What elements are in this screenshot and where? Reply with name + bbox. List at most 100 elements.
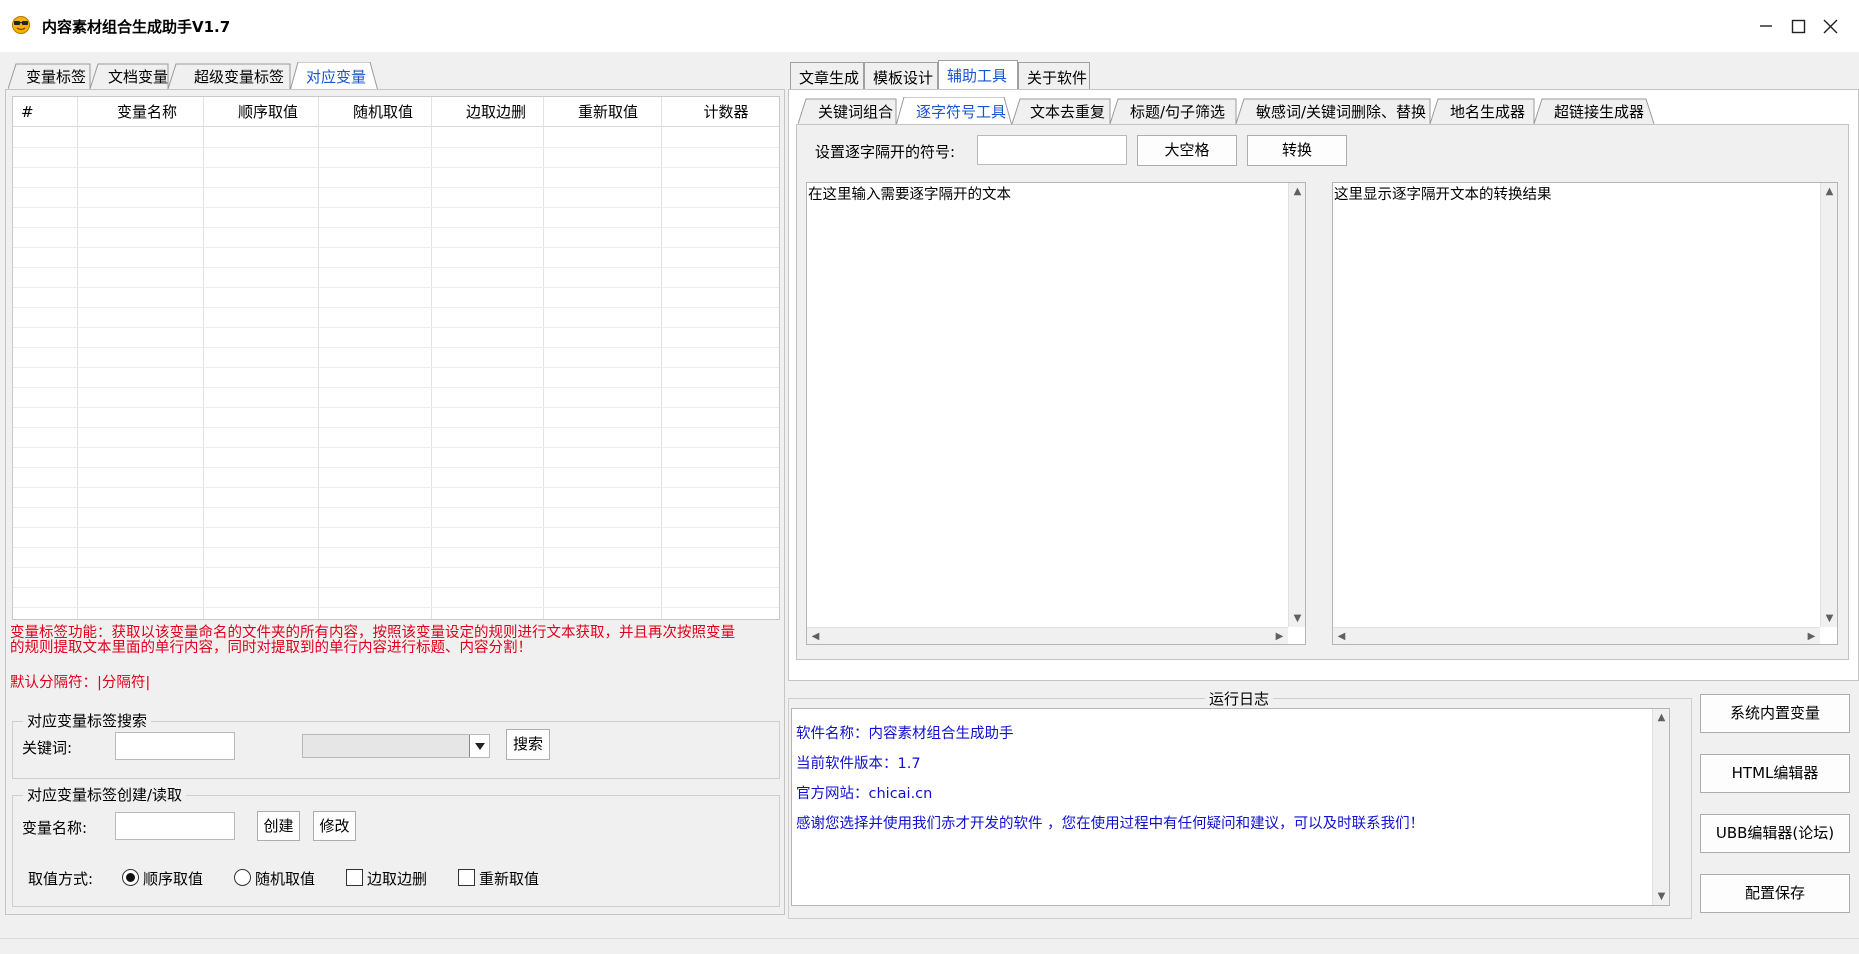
grid-row-line — [13, 587, 779, 588]
left-tab-strip: 变量标签 文档变量 超级变量标签 对应变量 — [8, 62, 388, 89]
checkbox-retake-label[interactable]: 重新取值 — [479, 868, 539, 889]
checkbox-retake[interactable] — [458, 869, 475, 886]
right-tab-strip: 文章生成 模板设计 辅助工具 关于软件 — [790, 60, 1090, 89]
grid-row-line — [13, 267, 779, 268]
col-index[interactable]: # — [13, 97, 77, 127]
col-random[interactable]: 随机取值 — [318, 97, 448, 127]
result-horizontal-scrollbar[interactable]: ◀ ▶ — [1333, 627, 1820, 644]
grid-row-line — [13, 307, 779, 308]
grid-row-line — [13, 427, 779, 428]
variable-name-input[interactable] — [115, 812, 235, 840]
modify-button[interactable]: 修改 — [313, 811, 356, 841]
mode-label: 取值方式: — [28, 870, 94, 888]
tab-mapped-variables[interactable]: 对应变量 — [298, 62, 374, 89]
grid-column-line — [203, 97, 204, 619]
source-vertical-scrollbar[interactable]: ▲ ▼ — [1288, 183, 1305, 627]
close-button[interactable] — [1810, 10, 1850, 42]
grid-row-line — [13, 247, 779, 248]
tab-tools[interactable]: 辅助工具 — [938, 60, 1018, 89]
scroll-right-icon[interactable]: ▶ — [1803, 628, 1820, 645]
html-editor-button[interactable]: HTML编辑器 — [1700, 754, 1850, 793]
variable-name-label: 变量名称: — [22, 819, 88, 837]
col-retake[interactable]: 重新取值 — [543, 97, 673, 127]
convert-button[interactable]: 转换 — [1247, 135, 1347, 166]
tab-article-generate[interactable]: 文章生成 — [790, 62, 864, 89]
grid-row-line — [13, 447, 779, 448]
grid-row-line — [13, 227, 779, 228]
symbol-input[interactable] — [977, 135, 1127, 165]
run-log-title: 运行日志 — [1205, 688, 1274, 709]
source-text-area[interactable]: 在这里输入需要逐字隔开的文本 ▲ ▼ ◀ ▶ — [806, 182, 1306, 645]
scroll-right-icon[interactable]: ▶ — [1271, 628, 1288, 645]
col-variable-name[interactable]: 变量名称 — [77, 97, 217, 127]
tab-template-design[interactable]: 模板设计 — [864, 62, 938, 89]
system-variables-button[interactable]: 系统内置变量 — [1700, 694, 1850, 733]
subtab-char-separator[interactable]: 逐字符号工具 — [908, 97, 1014, 124]
checkbox-take-delete-label[interactable]: 边取边删 — [367, 868, 427, 889]
log-vertical-scrollbar[interactable]: ▲ ▼ — [1652, 709, 1669, 905]
col-counter[interactable]: 计数器 — [661, 97, 779, 127]
subtab-title-filter[interactable]: 标题/句子筛选 — [1122, 97, 1233, 124]
log-line-1: 软件名称：内容素材组合生成助手 — [796, 726, 1014, 742]
tab-document-variables[interactable]: 文档变量 — [100, 62, 176, 89]
scroll-left-icon[interactable]: ◀ — [1333, 628, 1350, 645]
search-button[interactable]: 搜索 — [506, 729, 550, 760]
app-logo-icon — [12, 16, 30, 34]
tab-super-variable-tags[interactable]: 超级变量标签 — [186, 62, 292, 89]
close-icon — [1823, 19, 1838, 34]
radio-sequential-label[interactable]: 顺序取值 — [143, 868, 203, 889]
run-log-area[interactable]: 软件名称：内容素材组合生成助手 当前软件版本：1.7 官方网站：chicai.c… — [791, 708, 1670, 906]
result-text-area[interactable]: 这里显示逐字隔开文本的转换结果 ▲ ▼ ◀ ▶ — [1332, 182, 1838, 645]
log-line-4: 感谢您选择并使用我们赤才开发的软件 ，您在使用过程中有任何疑问和建议，可以及时联… — [796, 816, 1425, 832]
create-button[interactable]: 创建 — [257, 811, 300, 841]
radio-random[interactable] — [234, 869, 251, 886]
status-bar — [0, 938, 1859, 954]
subtab-hyperlink[interactable]: 超链接生成器 — [1546, 97, 1652, 124]
tab-about[interactable]: 关于软件 — [1018, 62, 1090, 89]
symbol-label: 设置逐字隔开的符号: — [815, 143, 956, 161]
scroll-up-icon[interactable]: ▲ — [1653, 709, 1670, 726]
chevron-down-icon — [475, 743, 485, 750]
subtab-dedupe[interactable]: 文本去重复 — [1022, 97, 1113, 124]
col-sequential[interactable]: 顺序取值 — [203, 97, 333, 127]
subtab-sensitive-words[interactable]: 敏感词/关键词删除、替换 — [1248, 97, 1434, 124]
save-config-button[interactable]: 配置保存 — [1700, 874, 1850, 913]
grid-row-line — [13, 547, 779, 548]
scroll-down-icon[interactable]: ▼ — [1289, 610, 1306, 627]
keyword-label: 关键词: — [22, 739, 73, 757]
create-group-legend: 对应变量标签创建/读取 — [23, 784, 187, 805]
grid-row-line — [13, 367, 779, 368]
variable-dropdown[interactable] — [302, 734, 490, 758]
checkbox-take-delete[interactable] — [346, 869, 363, 886]
variable-grid[interactable]: # 变量名称 顺序取值 随机取值 边取边删 重新取值 计数器 — [12, 96, 780, 620]
source-text: 在这里输入需要逐字隔开的文本 — [808, 187, 1011, 203]
keyword-input[interactable] — [115, 732, 235, 760]
subtab-keyword-combine[interactable]: 关键词组合 — [810, 97, 901, 124]
col-take-delete[interactable]: 边取边删 — [431, 97, 561, 127]
description-text: 变量标签功能：获取以该变量命名的文件夹的所有内容，按照该变量设定的规则进行文本获… — [10, 626, 735, 656]
grid-row-line — [13, 347, 779, 348]
result-text: 这里显示逐字隔开文本的转换结果 — [1334, 187, 1552, 203]
grid-row-line — [13, 607, 779, 608]
log-line-2: 当前软件版本：1.7 — [796, 756, 921, 772]
subtab-place-name[interactable]: 地名生成器 — [1442, 97, 1533, 124]
big-space-button[interactable]: 大空格 — [1137, 135, 1237, 166]
ubb-editor-button[interactable]: UBB编辑器(论坛) — [1700, 814, 1850, 853]
result-vertical-scrollbar[interactable]: ▲ ▼ — [1820, 183, 1837, 627]
grid-header: # 变量名称 顺序取值 随机取值 边取边删 重新取值 计数器 — [13, 97, 779, 127]
scroll-left-icon[interactable]: ◀ — [807, 628, 824, 645]
scroll-up-icon[interactable]: ▲ — [1289, 183, 1306, 200]
scroll-down-icon[interactable]: ▼ — [1821, 610, 1838, 627]
source-horizontal-scrollbar[interactable]: ◀ ▶ — [807, 627, 1288, 644]
tab-variable-tags[interactable]: 变量标签 — [18, 62, 94, 89]
radio-random-label[interactable]: 随机取值 — [255, 868, 315, 889]
grid-row-line — [13, 327, 779, 328]
grid-row-line — [13, 147, 779, 148]
radio-sequential[interactable] — [122, 869, 139, 886]
scroll-up-icon[interactable]: ▲ — [1821, 183, 1838, 200]
dropdown-toggle[interactable] — [469, 735, 489, 757]
scroll-down-icon[interactable]: ▼ — [1653, 888, 1670, 905]
sub-tab-strip: 关键词组合 逐字符号工具 文本去重复 标题/句子筛选 敏感词/关键词删除、替换 … — [798, 97, 1658, 124]
grid-column-line — [318, 97, 319, 619]
grid-row-line — [13, 527, 779, 528]
